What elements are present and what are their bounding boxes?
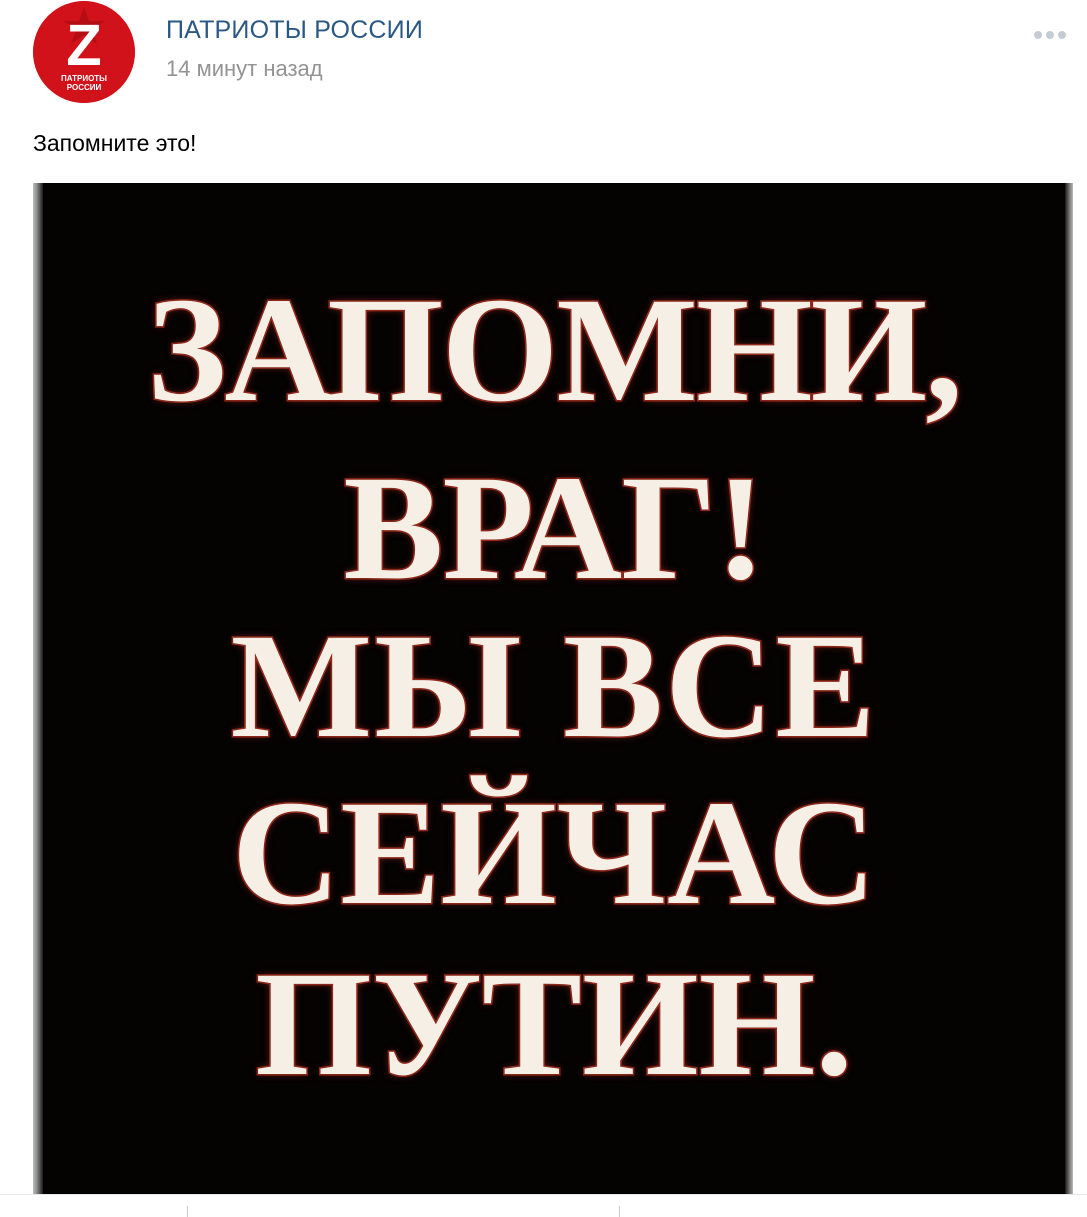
image-edge-right xyxy=(1065,183,1073,1194)
avatar-caption-line1: ПАТРИОТЫ xyxy=(61,74,107,83)
poster-line-5: ПУТИН. xyxy=(254,941,855,1107)
image-edge-left xyxy=(33,183,43,1194)
post-timestamp[interactable]: 14 минут назад xyxy=(166,56,323,82)
avatar-caption-line2: РОССИИ xyxy=(67,83,102,92)
post-header: Z ПАТРИОТЫ РОССИИ ПАТРИОТЫ РОССИИ 14 мин… xyxy=(0,0,1087,110)
post-card: Z ПАТРИОТЫ РОССИИ ПАТРИОТЫ РОССИИ 14 мин… xyxy=(0,0,1087,1217)
post-image[interactable]: ЗАПОМНИ, ВРАГ! МЫ ВСЕ СЕЙЧАС ПУТИН. xyxy=(33,183,1073,1194)
more-horizontal-icon[interactable] xyxy=(1026,24,1072,46)
poster-line-1: ЗАПОМНИ, xyxy=(146,267,965,433)
group-name-link[interactable]: ПАТРИОТЫ РОССИИ xyxy=(166,16,423,45)
poster-line-2: ВРАГ! xyxy=(342,445,767,611)
footer-separator xyxy=(619,1206,620,1217)
post-text: Запомните это! xyxy=(33,130,197,156)
footer-separator xyxy=(187,1206,188,1217)
poster-line-4: СЕЙЧАС xyxy=(230,770,877,936)
avatar-logo-icon: Z ПАТРИОТЫ РОССИИ xyxy=(33,1,135,103)
avatar-letter: Z xyxy=(66,13,101,78)
post-footer-divider xyxy=(0,1194,1087,1195)
avatar[interactable]: Z ПАТРИОТЫ РОССИИ xyxy=(33,1,135,103)
poster-line-3: МЫ ВСЕ xyxy=(229,603,878,769)
